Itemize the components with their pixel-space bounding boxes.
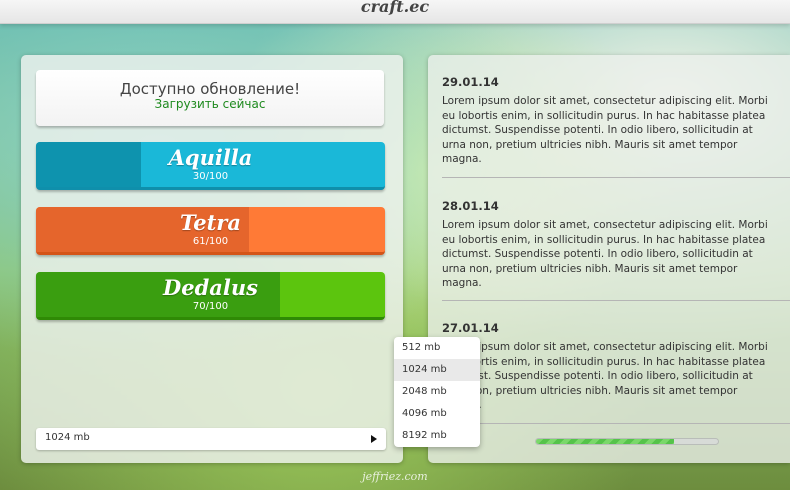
news-divider xyxy=(442,423,790,424)
news-body: Lorem ipsum dolor sit amet, consectetur … xyxy=(442,340,790,413)
memory-select-value: 1024 mb xyxy=(45,432,90,443)
news-line: dictumst. Suspendisse potenti. In odio l… xyxy=(442,370,753,382)
server-name: Dedalus xyxy=(163,275,258,300)
news-item: 29.01.14 Lorem ipsum dolor sit amet, con… xyxy=(442,75,790,167)
news-line: urna non, pretium ultricies nibh. Mauris… xyxy=(442,138,738,151)
news-date: 28.01.14 xyxy=(442,199,499,213)
news-line: eu lobortis enim, in sollicitudin purus.… xyxy=(442,109,766,122)
title-bar: craft.ec xyxy=(0,0,790,24)
download-progress-bar xyxy=(535,438,719,445)
news-divider xyxy=(442,177,790,178)
server-name: Tetra xyxy=(180,210,241,235)
news-line: Lorem ipsum dolor sit amet, consectetur … xyxy=(442,219,768,231)
news-body: Lorem ipsum dolor sit amet, consectetur … xyxy=(442,94,790,167)
news-item: 27.01.14 Lorem ipsum dolor sit amet, con… xyxy=(442,321,790,413)
news-line: urna non, pretium ultricies nibh. Mauris… xyxy=(442,384,738,397)
news-date: 29.01.14 xyxy=(442,75,499,89)
memory-option[interactable]: 512 mb xyxy=(394,337,480,359)
server-player-count: 30/100 xyxy=(192,171,229,182)
memory-option[interactable]: 4096 mb xyxy=(394,403,480,425)
memory-select[interactable]: 1024 mb xyxy=(36,428,386,450)
app-logo: craft.ec xyxy=(360,0,430,16)
news-item: 28.01.14 Lorem ipsum dolor sit amet, con… xyxy=(442,199,790,291)
news-line: magna. xyxy=(442,398,790,413)
server-player-count: 61/100 xyxy=(192,236,229,247)
update-notice: Доступно обновление! Загрузить сейчас xyxy=(36,70,384,126)
news-line: magna. xyxy=(442,277,482,289)
memory-dropdown-menu: 512 mb 1024 mb 2048 mb 4096 mb 8192 mb xyxy=(394,337,480,447)
news-line: eu lobortis enim, in sollicitudin purus.… xyxy=(442,233,766,246)
server-name: Aquilla xyxy=(168,145,253,170)
download-progress-fill xyxy=(536,439,675,444)
news-divider xyxy=(442,300,790,301)
memory-option[interactable]: 2048 mb xyxy=(394,381,480,403)
news-line: Lorem ipsum dolor sit amet, consectetur … xyxy=(442,341,768,353)
server-dedalus-button[interactable]: Dedalus 70/100 xyxy=(36,272,385,320)
caret-right-icon xyxy=(371,435,377,443)
news-line: dictumst. Suspendisse potenti. In odio l… xyxy=(442,124,753,136)
server-tetra-button[interactable]: Tetra 61/100 xyxy=(36,207,385,255)
server-aquilla-button[interactable]: Aquilla 30/100 xyxy=(36,142,385,190)
news-line: eu lobortis enim, in sollicitudin purus.… xyxy=(442,355,766,368)
memory-option[interactable]: 8192 mb xyxy=(394,425,480,447)
launcher-panel: Доступно обновление! Загрузить сейчас Aq… xyxy=(21,55,403,463)
download-now-link[interactable]: Загрузить сейчас xyxy=(36,97,384,111)
server-player-count: 70/100 xyxy=(192,301,229,312)
watermark: jeffriez.com xyxy=(362,470,428,483)
news-panel: 29.01.14 Lorem ipsum dolor sit amet, con… xyxy=(428,55,790,463)
news-line: dictumst. Suspendisse potenti. In odio l… xyxy=(442,248,753,260)
news-line: Lorem ipsum dolor sit amet, consectetur … xyxy=(442,95,768,107)
news-body: Lorem ipsum dolor sit amet, consectetur … xyxy=(442,218,790,291)
news-line: magna. xyxy=(442,153,482,165)
update-title: Доступно обновление! xyxy=(119,80,301,98)
news-date: 27.01.14 xyxy=(442,321,499,335)
memory-option[interactable]: 1024 mb xyxy=(394,359,480,381)
news-line: urna non, pretium ultricies nibh. Mauris… xyxy=(442,262,738,275)
